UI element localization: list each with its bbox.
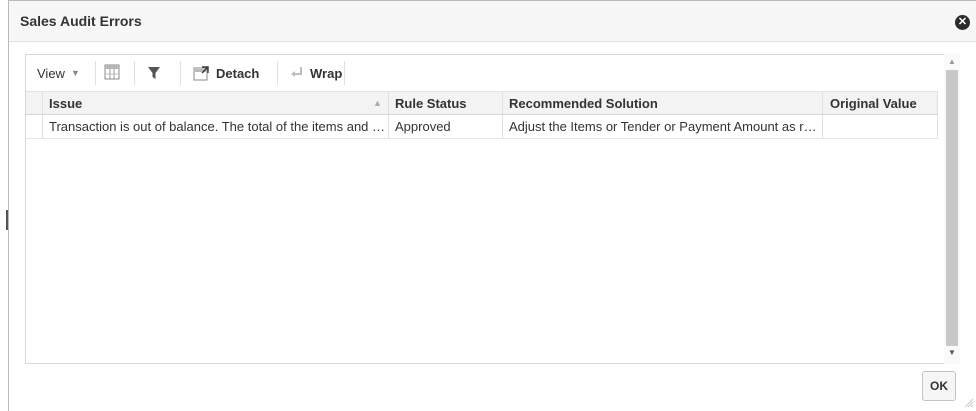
view-menu-button[interactable]: View ▼ bbox=[37, 64, 80, 82]
cell-rule-status-text: Approved bbox=[395, 119, 451, 134]
scroll-up-arrow-icon[interactable]: ▲ bbox=[944, 57, 960, 69]
scroll-thumb[interactable] bbox=[946, 70, 958, 346]
toolbar-divider bbox=[134, 61, 135, 85]
cell-original-value[interactable] bbox=[823, 115, 938, 138]
sales-audit-errors-dialog: Sales Audit Errors ✕ View ▼ Detach Wrap … bbox=[8, 0, 976, 411]
detach-icon bbox=[193, 66, 209, 81]
column-header-rule-status[interactable]: Rule Status bbox=[389, 92, 503, 114]
freeze-columns-icon[interactable] bbox=[104, 63, 120, 81]
view-menu-label: View bbox=[37, 65, 65, 81]
column-header-label: Recommended Solution bbox=[509, 95, 658, 111]
wrap-button[interactable]: Wrap bbox=[290, 64, 342, 82]
cell-issue[interactable]: Transaction is out of balance. The total… bbox=[43, 115, 389, 138]
column-header-recommended-solution[interactable]: Recommended Solution bbox=[503, 92, 823, 114]
detach-label: Detach bbox=[216, 65, 260, 81]
cell-issue-text: Transaction is out of balance. The total… bbox=[49, 119, 388, 134]
sort-ascending-icon[interactable]: ▲ bbox=[373, 98, 382, 108]
table-toolbar: View ▼ Detach Wrap bbox=[26, 55, 951, 90]
detach-button[interactable]: Detach bbox=[193, 64, 259, 82]
cell-rule-status[interactable]: Approved bbox=[389, 115, 503, 138]
wrap-icon bbox=[291, 67, 302, 77]
toolbar-divider bbox=[95, 61, 96, 85]
sort-controls: ▲ ▼ bbox=[373, 92, 388, 114]
background-strip bbox=[0, 0, 8, 411]
table-row[interactable]: Transaction is out of balance. The total… bbox=[26, 115, 938, 139]
vertical-scrollbar[interactable]: ▲ ▼ bbox=[944, 54, 960, 364]
scroll-down-arrow-icon[interactable]: ▼ bbox=[944, 348, 960, 360]
table-panel: View ▼ Detach Wrap Issue ▲ Rule Status R… bbox=[25, 54, 952, 364]
chevron-down-icon: ▼ bbox=[70, 68, 80, 78]
column-header-label: Rule Status bbox=[395, 95, 467, 111]
dialog-titlebar: Sales Audit Errors ✕ bbox=[9, 1, 976, 42]
row-header[interactable] bbox=[26, 115, 43, 138]
toolbar-divider bbox=[180, 61, 181, 85]
close-icon[interactable]: ✕ bbox=[955, 15, 970, 30]
cell-recommended-solution[interactable]: Adjust the Items or Tender or Payment Am… bbox=[503, 115, 823, 138]
resize-grip-icon[interactable] bbox=[962, 396, 974, 408]
table-header: Issue ▲ ▼ Rule Status Recommended Soluti… bbox=[26, 91, 938, 115]
row-header-corner bbox=[26, 92, 43, 114]
filter-icon[interactable] bbox=[147, 64, 161, 82]
column-header-label: Issue bbox=[49, 95, 83, 111]
column-header-label: Original Value bbox=[830, 95, 917, 111]
toolbar-divider bbox=[344, 61, 345, 85]
column-header-issue[interactable]: Issue ▲ ▼ bbox=[43, 92, 389, 114]
column-header-original-value[interactable]: Original Value bbox=[823, 92, 938, 114]
wrap-label: Wrap bbox=[310, 65, 343, 81]
ok-button[interactable]: OK bbox=[922, 371, 956, 401]
cell-recommended-solution-text: Adjust the Items or Tender or Payment Am… bbox=[509, 119, 822, 134]
toolbar-divider bbox=[277, 61, 278, 85]
dialog-title: Sales Audit Errors bbox=[20, 13, 142, 29]
